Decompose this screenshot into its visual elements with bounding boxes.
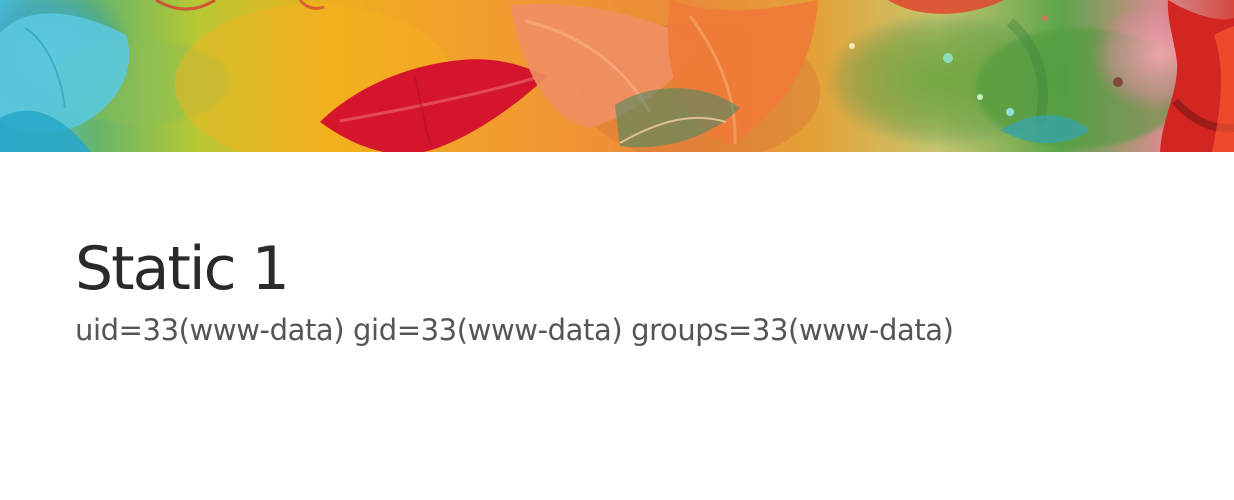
page: Static 1 uid=33(www-data) gid=33(www-dat… (0, 0, 1234, 500)
watercolor-leaves-image (0, 0, 1234, 152)
header-banner-image (0, 0, 1234, 152)
user-info-text: uid=33(www-data) gid=33(www-data) groups… (75, 313, 954, 347)
main-content: Static 1 uid=33(www-data) gid=33(www-dat… (75, 231, 1155, 349)
page-title: Static 1 (75, 234, 290, 304)
